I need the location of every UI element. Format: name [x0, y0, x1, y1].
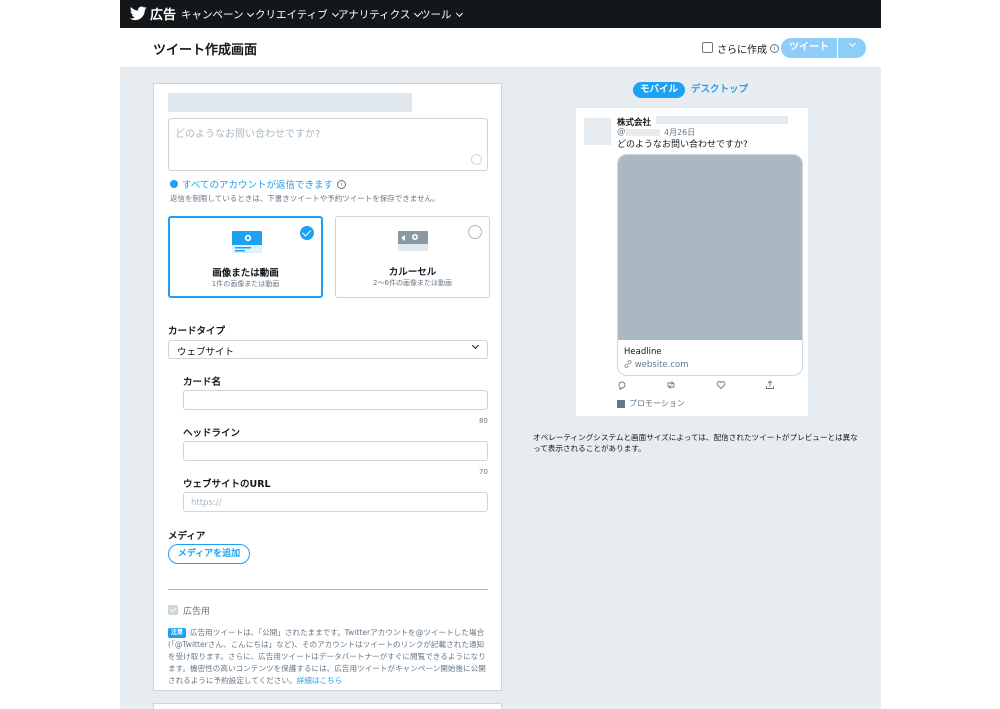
twitter-bird-icon [130, 6, 147, 21]
avatar [584, 118, 611, 145]
preview-name-redacted [656, 116, 788, 124]
media-label: メディア [168, 531, 206, 542]
char-count-circle-icon [471, 154, 482, 165]
headline-counter: 70 [479, 468, 488, 476]
nav-tools[interactable]: ツール [420, 7, 463, 22]
promoted-text: プロモーション [629, 399, 685, 408]
card-name-counter: 80 [479, 417, 488, 425]
learn-more-link[interactable]: 詳細はこちら [297, 676, 343, 685]
promoted-only-checkbox[interactable] [168, 605, 178, 615]
nav-label: アナリティクス [338, 9, 411, 21]
create-more-checkbox[interactable] [702, 42, 713, 53]
promoted-label: プロモーション [617, 398, 685, 409]
preview-card-image [618, 155, 802, 340]
preview-handle: @ [617, 127, 626, 137]
tweet-preview: 株式会社 @ 4月26日 どのようなお問い合わせですか? Headline we… [576, 108, 808, 416]
carousel-card-icon [398, 231, 428, 251]
preview-card-headline: Headline [624, 347, 662, 357]
nav-campaigns[interactable]: キャンペーン [181, 7, 255, 22]
website-url-label: ウェブサイトのURL [183, 479, 271, 490]
nav-label: クリエイティブ [255, 9, 328, 21]
preview-card-site-text: website.com [634, 360, 689, 370]
promoted-icon [617, 399, 625, 408]
headline-input[interactable] [183, 441, 488, 461]
reply-note: 返信を制限しているときは、下書きツイートや予約ツイートを保存できません。 [170, 194, 440, 203]
card-name-input[interactable] [183, 390, 488, 410]
tweet-options-dropdown[interactable] [838, 38, 866, 58]
page-title: ツイート作成画面 [153, 43, 258, 58]
create-more-text: さらに作成 [717, 45, 767, 56]
page-header: ツイート作成画面 さらに作成 i ツイート [120, 28, 881, 68]
card-type-value: ウェブサイト [177, 347, 235, 358]
website-url-placeholder: https:// [191, 498, 222, 508]
reply-setting-label: すべてのアカウントが返信できます [182, 180, 333, 191]
option-subtitle: 1件の画像または動画 [211, 280, 280, 288]
nav-analytics[interactable]: アナリティクス [338, 7, 422, 22]
reply-setting[interactable]: すべてのアカウントが返信できます i [170, 177, 346, 191]
card-type-select[interactable]: ウェブサイト [168, 340, 488, 359]
preview-website-card: Headline website.com [617, 154, 803, 376]
retweet-icon [667, 381, 675, 389]
selected-check-icon [300, 226, 314, 240]
composer-panel: どのようなお問い合わせですか? すべてのアカウントが返信できます i 返信を制限… [153, 83, 502, 691]
tab-desktop[interactable]: デスクトップ [684, 82, 755, 98]
headline-label: ヘッドライン [183, 428, 241, 439]
preview-disclaimer: オペレーティングシステムと画面サイズによっては、配信されたツイートがプレビューと… [533, 433, 858, 453]
next-panel [153, 703, 502, 709]
chevron-down-icon [455, 9, 463, 17]
logo-text: 広告 [150, 8, 177, 23]
info-icon[interactable]: i [770, 44, 779, 53]
like-icon [716, 381, 726, 390]
option-title: カルーセル [388, 267, 437, 278]
unselected-radio-icon [468, 225, 482, 239]
add-media-button[interactable]: メディアを追加 [168, 544, 250, 564]
chevron-down-icon [471, 341, 480, 350]
preview-tweet-text: どのようなお問い合わせですか? [617, 140, 748, 150]
nav-label: ツール [420, 9, 452, 21]
image-card-icon [232, 231, 262, 253]
twitter-ads-logo[interactable]: 広告 [130, 4, 176, 23]
card-type-label: カードタイプ [168, 326, 226, 337]
option-carousel[interactable]: カルーセル 2〜6件の画像または動画 [335, 216, 490, 298]
tweet-button[interactable]: ツイート [781, 38, 837, 58]
option-subtitle: 2〜6件の画像または動画 [373, 279, 452, 287]
tweet-text-area[interactable]: どのようなお問い合わせですか? [168, 118, 488, 171]
preview-handle-redacted [626, 129, 660, 136]
divider [168, 589, 488, 590]
account-selector-placeholder[interactable] [168, 93, 412, 112]
promoted-only-label: 広告用 [183, 607, 211, 617]
info-icon[interactable]: i [336, 179, 346, 189]
top-nav: 広告 キャンペーン クリエイティブ アナリティクス ツール [120, 0, 881, 28]
nav-creatives[interactable]: クリエイティブ [255, 7, 339, 22]
promoted-note: 広告用ツイートは、「公開」されたままです。Twitterアカウントを@ツイートし… [168, 627, 490, 687]
option-title: 画像または動画 [212, 268, 279, 279]
create-more-label: さらに作成 i [717, 41, 779, 56]
option-image-or-video[interactable]: 画像または動画 1件の画像または動画 [168, 216, 323, 298]
card-name-label: カード名 [183, 377, 222, 388]
globe-icon [170, 180, 178, 188]
website-url-input[interactable]: https:// [183, 492, 488, 512]
chevron-down-icon [247, 9, 255, 17]
tab-mobile[interactable]: モバイル [633, 82, 686, 98]
tweet-text-placeholder: どのようなお問い合わせですか? [175, 129, 321, 140]
share-icon [766, 380, 774, 389]
chevron-down-icon [848, 39, 857, 48]
link-icon [624, 360, 632, 368]
note-badge: 注意 [168, 628, 186, 638]
nav-label: キャンペーン [181, 9, 244, 21]
reply-icon [618, 381, 626, 390]
preview-card-site: website.com [624, 360, 689, 370]
